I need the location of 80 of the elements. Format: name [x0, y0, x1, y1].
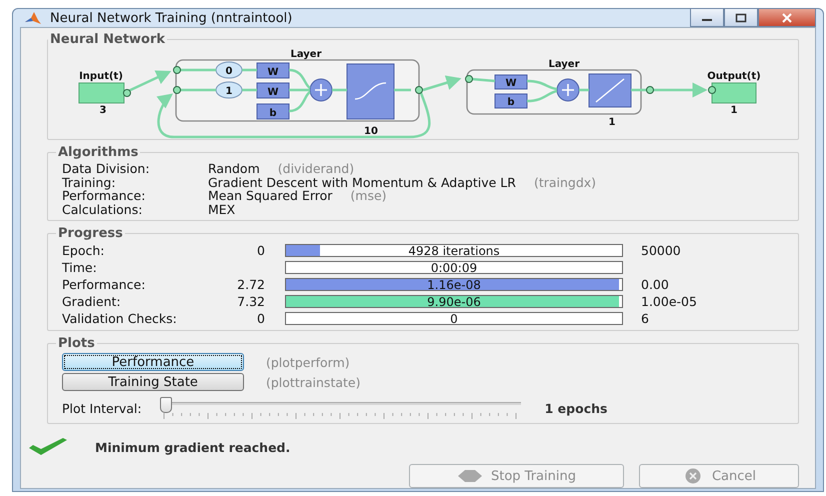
progress-label: Epoch:: [62, 243, 106, 258]
function-name: (plotperform): [266, 354, 350, 370]
start-value: 7.32: [237, 294, 265, 309]
delay-node: 1: [216, 82, 242, 98]
sum-icon: [310, 78, 332, 102]
progress-label: Time:: [62, 260, 98, 275]
field-label: Performance:: [62, 189, 146, 202]
progress-label: Gradient:: [62, 294, 122, 309]
window-title: Neural Network Training (nntraintool): [50, 10, 292, 26]
connector-node: [173, 66, 181, 74]
function-name: (traingdx): [534, 176, 596, 189]
field-value: Mean Squared Error: [208, 189, 332, 202]
end-value: 0.00: [641, 277, 669, 292]
plot-button[interactable]: Performance: [62, 353, 244, 371]
connector-node: [173, 86, 181, 94]
connector-line: [240, 68, 258, 92]
layer-title: Layer: [290, 49, 322, 60]
maximize-button[interactable]: [724, 8, 758, 27]
field-label: Data Division:: [62, 162, 151, 176]
stop-sign-icon: [457, 469, 483, 483]
connector-node: [415, 86, 423, 94]
close-icon: [781, 12, 793, 22]
progress-label: Validation Checks:: [62, 311, 178, 326]
connector-node: [646, 86, 654, 94]
progress-label: Performance:: [62, 277, 146, 292]
output-size: 1: [730, 105, 738, 116]
maximize-icon: [735, 12, 747, 22]
field-label: Calculations:: [62, 202, 144, 216]
input-size: 3: [100, 105, 106, 116]
weight-block: W: [256, 82, 290, 98]
connector-line: [653, 82, 708, 98]
sum-icon: [556, 78, 580, 102]
slider-thumb[interactable]: [160, 397, 172, 413]
bias-block: b: [256, 104, 290, 120]
close-button[interactable]: [758, 8, 816, 27]
layer-title: Layer: [548, 59, 580, 70]
layer-size: 1: [608, 117, 616, 128]
input-block: [78, 82, 124, 104]
field-value: Gradient Descent with Momentum & Adaptive LR: [208, 176, 516, 189]
progress-reading: 9.90e-06: [426, 296, 482, 308]
progress-reading: 1.16e-08: [426, 279, 482, 291]
minimize-button[interactable]: [690, 8, 724, 27]
function-name: (dividerand): [278, 162, 354, 176]
connector-node: [123, 89, 131, 97]
layer-size: 10: [364, 126, 378, 137]
interval-label: Plot Interval:: [62, 400, 142, 416]
weight-block: W: [494, 74, 528, 90]
bias-block: b: [494, 94, 528, 108]
transfer-block: [588, 74, 632, 108]
plot-button[interactable]: Training State: [62, 373, 244, 391]
status-message: Minimum gradient reached.: [95, 440, 290, 454]
start-value: 0: [257, 243, 265, 258]
checkmark-icon: [27, 437, 69, 457]
function-name: (mse): [350, 189, 387, 202]
interval-reading: 1 epochs: [544, 400, 608, 416]
output-label: Output(t): [707, 71, 761, 82]
start-value: 0: [257, 311, 265, 326]
field-value: MEX: [208, 202, 236, 216]
delay-node: 0: [216, 62, 242, 78]
field-label: Training:: [62, 176, 116, 189]
weight-block: W: [256, 62, 290, 78]
section-title: Progress: [57, 226, 124, 241]
end-value: 1.00e-05: [641, 294, 697, 309]
transfer-block: [346, 64, 394, 120]
section-title: Algorithms: [57, 145, 140, 160]
progress-reading: 4928 iterations: [407, 245, 501, 257]
peak-logo-icon: [24, 10, 42, 26]
end-value: 6: [641, 311, 649, 326]
connector-node: [708, 86, 716, 94]
input-label: Input(t): [79, 71, 123, 82]
connector-node: [465, 75, 473, 83]
field-value: Random: [208, 162, 260, 176]
end-value: 50000: [641, 243, 681, 258]
function-name: (plottrainstate): [266, 374, 360, 390]
connector-line: [288, 68, 312, 112]
output-block: [712, 82, 756, 104]
section-title: Plots: [57, 336, 96, 351]
start-value: 2.72: [237, 277, 265, 292]
section-title: Neural Network: [49, 32, 166, 47]
connector-line: [422, 75, 462, 92]
